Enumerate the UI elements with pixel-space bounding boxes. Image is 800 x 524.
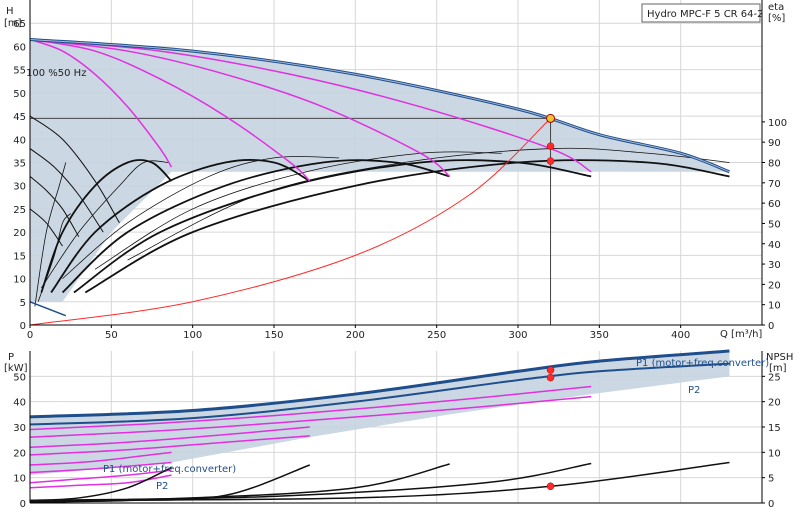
x-tick-label: 100: [183, 330, 202, 341]
y-left-tick-label: 20: [13, 228, 26, 239]
x-tick-label: 50: [105, 330, 118, 341]
npsh-tick-label: 0: [768, 499, 774, 510]
x-tick-label: 200: [346, 330, 365, 341]
npsh-tick-label: 20: [768, 398, 781, 409]
p-tick-label: 20: [13, 448, 26, 459]
speed-annotation: 100 %50 Hz: [26, 68, 86, 79]
p-tick-label: 10: [13, 474, 26, 485]
p1-label-low: P1 (motor+freq.converter): [103, 464, 236, 475]
y-left-tick-label: 45: [13, 112, 26, 123]
p-tick-label: 40: [13, 398, 26, 409]
y-left-unit: H: [6, 6, 14, 17]
chart-svg: 0 50 100 150 200 250 300 350 4000510152025303540…: [4, 0, 793, 510]
npsh-tick-label: 10: [768, 448, 781, 459]
y-right-tick-label: 0: [768, 321, 774, 332]
power-npsh-chart: 010203040500510152025 P [kW] NPSH [m] P1…: [4, 349, 793, 510]
x-tick-label: 350: [590, 330, 609, 341]
npsh-tick-label: 5: [768, 474, 774, 485]
y-left-tick-label: 55: [13, 66, 26, 77]
y-right-tick-label: 60: [768, 199, 781, 210]
x-tick-label: 150: [264, 330, 283, 341]
p-tick-label: 0: [20, 499, 26, 510]
p-sub: [kW]: [4, 363, 28, 374]
y-left-tick-label: 30: [13, 182, 26, 193]
y-left-tick-label: 0: [20, 321, 26, 332]
y-left-tick-label: 10: [13, 275, 26, 286]
efficiency-point: [546, 157, 555, 165]
y-left-tick-label: 25: [13, 205, 26, 216]
p1-label-top: P1 (motor+freq.converter): [636, 358, 769, 369]
npsh-sub: [m]: [769, 363, 787, 374]
y-left-tick-label: 40: [13, 135, 26, 146]
power-point: [546, 366, 555, 374]
x-tick-label: 300: [508, 330, 527, 341]
y-right-tick-label: 50: [768, 219, 781, 230]
x-tick-label: 0: [27, 330, 33, 341]
p-tick-label: 30: [13, 423, 26, 434]
y-left-tick-label: 60: [13, 42, 26, 53]
efficiency-curve: [84, 159, 730, 294]
x-tick-label: 400: [671, 330, 690, 341]
y-right-tick-label: 100: [768, 118, 787, 129]
p2-label-low: P2: [156, 481, 168, 492]
npsh-unit: NPSH: [766, 352, 793, 363]
y-left-tick-label: 15: [13, 251, 26, 262]
power-point: [546, 373, 555, 382]
npsh-point: [546, 482, 555, 491]
qh-chart: 0 50 100 150 200 250 300 350 4000510152025303540…: [4, 0, 787, 341]
y-left-tick-label: 35: [13, 159, 26, 170]
chart-title-box: Hydro MPC-F 5 CR 64-2: [641, 3, 764, 23]
y-right-tick-label: 80: [768, 159, 781, 170]
y-left-tick-label: 5: [20, 298, 26, 309]
efficiency-point: [546, 142, 555, 150]
pump-performance-chart: 0 50 100 150 200 250 300 350 400 0 5 10 15 20 25 30 35 40…: [0, 0, 800, 520]
min-flow-line: [29, 301, 67, 317]
y-right-tick-label: 40: [768, 240, 781, 251]
y-right-tick-label: 20: [768, 280, 781, 291]
x-axis-label: Q [m³/h]: [720, 329, 762, 340]
npsh-tick-label: 15: [768, 423, 781, 434]
y-right-tick-label: 30: [768, 260, 781, 271]
y-right-sub: [%]: [768, 13, 785, 24]
x-tick-label: 250: [427, 330, 446, 341]
p2-label-top: P2: [688, 385, 700, 396]
y-right-tick-label: 70: [768, 179, 781, 190]
p-unit: P: [8, 352, 14, 363]
y-left-tick-label: 50: [13, 89, 26, 100]
duty-point: [546, 113, 556, 123]
y-right-unit: eta: [768, 2, 784, 13]
y-left-sub: [m]: [4, 18, 22, 29]
chart-title: Hydro MPC-F 5 CR 64-2: [647, 9, 764, 20]
y-right-tick-label: 10: [768, 301, 781, 312]
y-right-tick-label: 90: [768, 138, 781, 149]
